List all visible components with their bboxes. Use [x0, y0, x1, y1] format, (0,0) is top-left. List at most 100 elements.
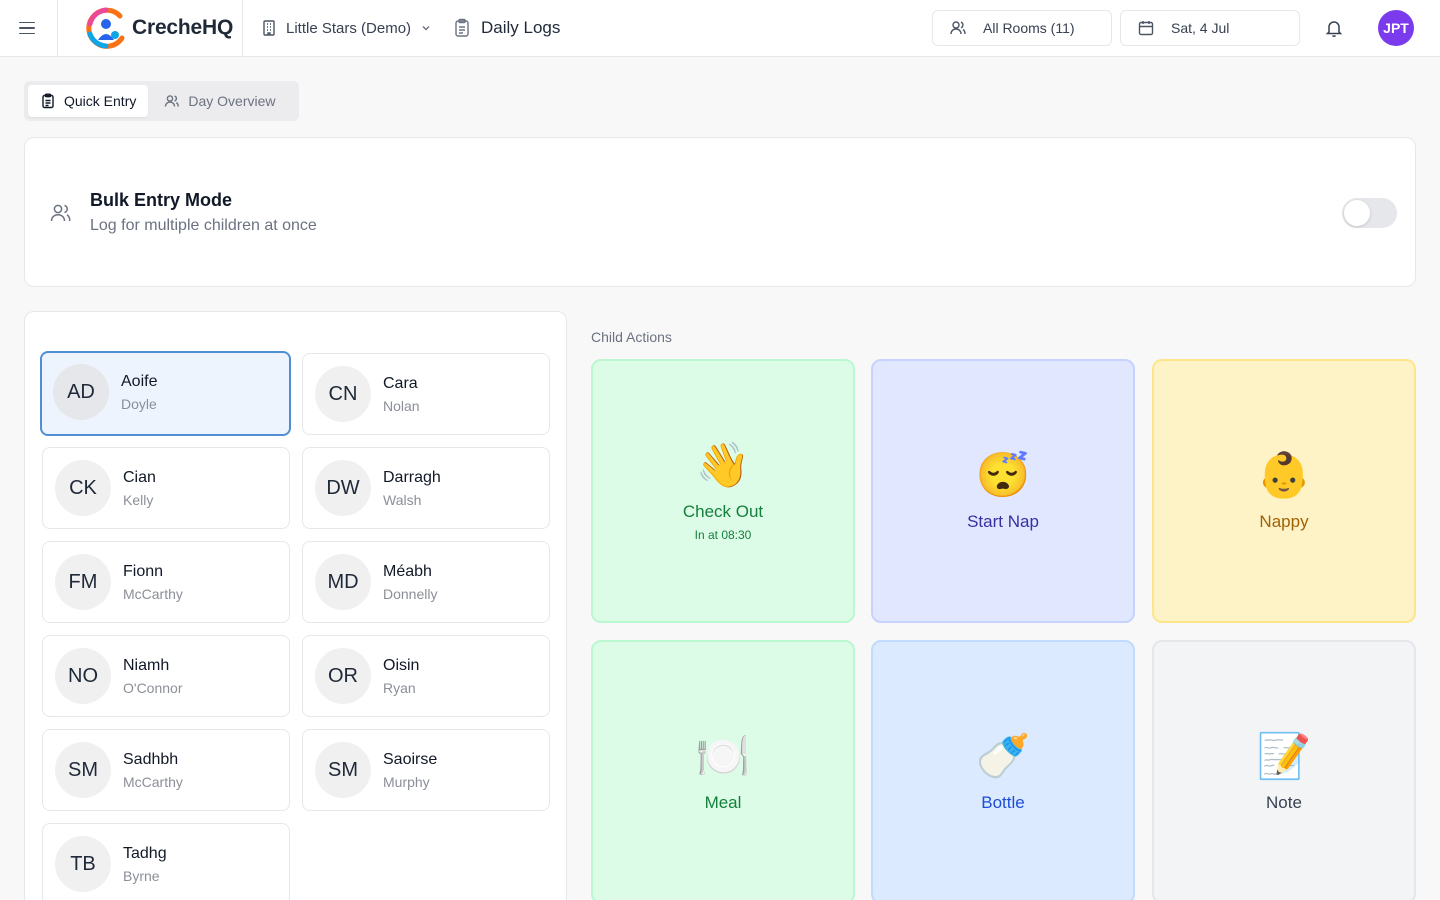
tab-label: Quick Entry — [64, 93, 137, 109]
top-bar: CrecheHQ Little Stars (Demo) Daily Logs … — [0, 0, 1440, 57]
action-label: Note — [1266, 793, 1302, 812]
app-name: CrecheHQ — [132, 16, 234, 39]
child-avatar: TB — [55, 836, 111, 892]
child-last-name: McCarthy — [123, 774, 183, 790]
child-last-name: Murphy — [383, 774, 430, 790]
child-avatar: SM — [55, 742, 111, 798]
bottle-button[interactable]: 🍼 Bottle — [871, 640, 1135, 900]
sleeping-face-icon: 😴 — [975, 451, 1031, 500]
date-picker-button[interactable]: Sat, 4 Jul — [1120, 10, 1300, 46]
child-card[interactable]: CN Cara Nolan — [302, 353, 550, 435]
org-name: Little Stars (Demo) — [286, 19, 412, 37]
child-card[interactable]: AD Aoife Doyle — [40, 351, 291, 436]
note-button[interactable]: 📝 Note — [1152, 640, 1416, 900]
child-last-name: O'Connor — [123, 680, 183, 696]
child-actions-heading: Child Actions — [591, 329, 672, 345]
child-card[interactable]: MD Méabh Donnelly — [302, 541, 550, 623]
rooms-label: All Rooms (11) — [983, 20, 1075, 36]
child-card[interactable]: CK Cian Kelly — [42, 447, 290, 529]
baby-bottle-icon: 🍼 — [975, 732, 1031, 781]
header-divider — [57, 0, 58, 57]
child-last-name: McCarthy — [123, 586, 183, 602]
menu-icon[interactable] — [16, 17, 38, 39]
meal-button[interactable]: 🍽️ Meal — [591, 640, 855, 900]
nappy-button[interactable]: 👶 Nappy — [1152, 359, 1416, 623]
children-panel: AD Aoife Doyle CN Cara Nolan CK Cian Kel… — [24, 311, 567, 900]
child-avatar: FM — [55, 554, 111, 610]
baby-face-icon: 👶 — [1256, 451, 1312, 500]
waving-hand-icon: 👋 — [695, 441, 751, 490]
tab-quick-entry[interactable]: Quick Entry — [28, 85, 149, 117]
date-label: Sat, 4 Jul — [1171, 20, 1230, 36]
child-first-name: Aoife — [121, 373, 158, 390]
child-card[interactable]: TB Tadhg Byrne — [42, 823, 290, 900]
child-first-name: Niamh — [123, 657, 170, 674]
child-card[interactable]: OR Oisin Ryan — [302, 635, 550, 717]
memo-pencil-icon: 📝 — [1256, 732, 1312, 781]
action-label: Check Out — [682, 502, 764, 521]
child-last-name: Ryan — [383, 680, 416, 696]
child-first-name: Tadhg — [123, 845, 167, 862]
section-title: Daily Logs — [481, 18, 561, 37]
org-selector[interactable]: Little Stars (Demo) — [260, 16, 433, 40]
child-first-name: Méabh — [383, 563, 432, 580]
plate-cutlery-icon: 🍽️ — [695, 732, 751, 781]
tab-day-overview[interactable]: Day Overview — [152, 85, 287, 117]
users-icon — [165, 95, 180, 107]
app-logo[interactable]: CrecheHQ — [82, 4, 233, 52]
child-avatar: MD — [315, 554, 371, 610]
child-last-name: Donnelly — [383, 586, 438, 602]
action-label: Nappy — [1259, 512, 1309, 531]
clipboard-icon — [455, 18, 469, 37]
check-in-time: In at 08:30 — [694, 528, 752, 542]
start-nap-button[interactable]: 😴 Start Nap — [871, 359, 1135, 623]
child-card[interactable]: FM Fionn McCarthy — [42, 541, 290, 623]
child-avatar: DW — [315, 460, 371, 516]
crechehq-logo-icon — [86, 7, 125, 49]
child-avatar: CN — [315, 366, 371, 422]
child-last-name: Byrne — [123, 868, 160, 884]
child-last-name: Doyle — [121, 396, 157, 412]
bulk-entry-title: Bulk Entry Mode — [90, 190, 233, 210]
child-first-name: Fionn — [123, 563, 164, 580]
check-out-button[interactable]: 👋 Check Out In at 08:30 — [591, 359, 855, 623]
child-last-name: Walsh — [383, 492, 422, 508]
child-avatar: SM — [315, 742, 371, 798]
child-avatar: OR — [315, 648, 371, 704]
child-card[interactable]: SM Sadhbh McCarthy — [42, 729, 290, 811]
action-label: Start Nap — [967, 512, 1039, 531]
child-first-name: Cara — [383, 375, 418, 392]
view-tabs: Quick Entry Day Overview — [24, 81, 299, 121]
child-last-name: Kelly — [123, 492, 154, 508]
action-label: Bottle — [981, 793, 1025, 812]
clipboard-icon — [42, 93, 54, 109]
daily-logs-link[interactable]: Daily Logs — [452, 16, 560, 40]
child-card[interactable]: DW Darragh Walsh — [302, 447, 550, 529]
calendar-icon — [1138, 21, 1154, 36]
child-last-name: Nolan — [383, 398, 420, 414]
child-first-name: Saoirse — [383, 751, 438, 768]
bulk-entry-toggle[interactable] — [1342, 198, 1397, 228]
tab-label: Day Overview — [188, 93, 276, 109]
child-first-name: Sadhbh — [123, 751, 179, 768]
child-first-name: Oisin — [383, 657, 420, 674]
toggle-knob — [1344, 200, 1370, 226]
building-icon — [263, 20, 275, 36]
child-card[interactable]: SM Saoirse Murphy — [302, 729, 550, 811]
bell-icon[interactable] — [1323, 17, 1345, 39]
bulk-entry-card: Bulk Entry Mode Log for multiple childre… — [24, 137, 1416, 287]
action-label: Meal — [704, 793, 742, 812]
child-avatar: AD — [53, 364, 109, 420]
child-avatar: NO — [55, 648, 111, 704]
child-card[interactable]: NO Niamh O'Connor — [42, 635, 290, 717]
child-first-name: Cian — [123, 469, 156, 486]
header-divider — [242, 0, 243, 57]
bulk-entry-subtitle: Log for multiple children at once — [90, 217, 317, 234]
child-first-name: Darragh — [383, 469, 441, 486]
users-icon — [950, 21, 966, 35]
users-icon — [50, 204, 71, 222]
rooms-filter-button[interactable]: All Rooms (11) — [932, 10, 1112, 46]
chevron-down-icon — [422, 26, 430, 31]
child-avatar: CK — [55, 460, 111, 516]
user-avatar[interactable]: JPT — [1378, 10, 1414, 46]
